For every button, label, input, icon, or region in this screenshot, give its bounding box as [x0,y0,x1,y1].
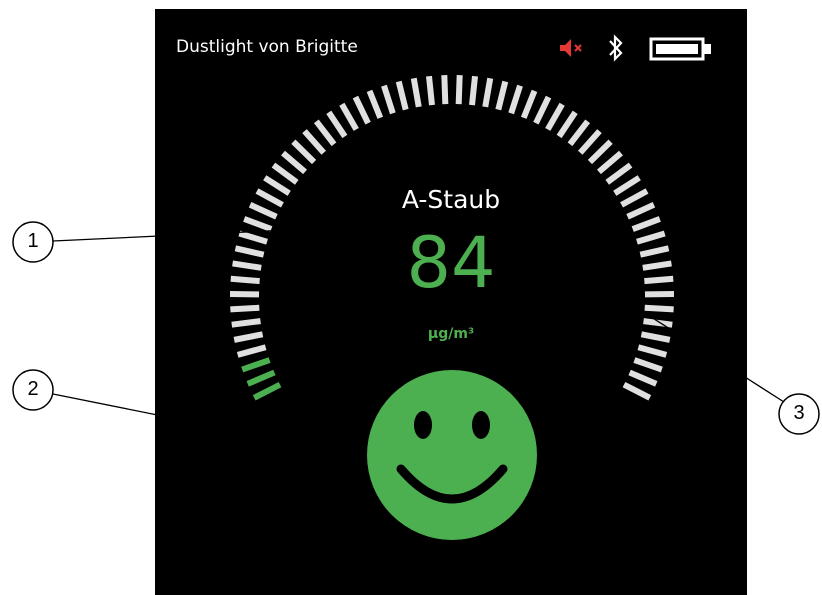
callout-3-line [511,227,785,403]
callout-3-number: 3 [793,402,805,424]
callout-1-number: 1 [27,230,39,252]
callout-2-line [52,393,357,456]
callout-2-number: 2 [27,378,39,400]
callout-1-line [52,229,289,242]
callout-overlay [12,221,820,458]
